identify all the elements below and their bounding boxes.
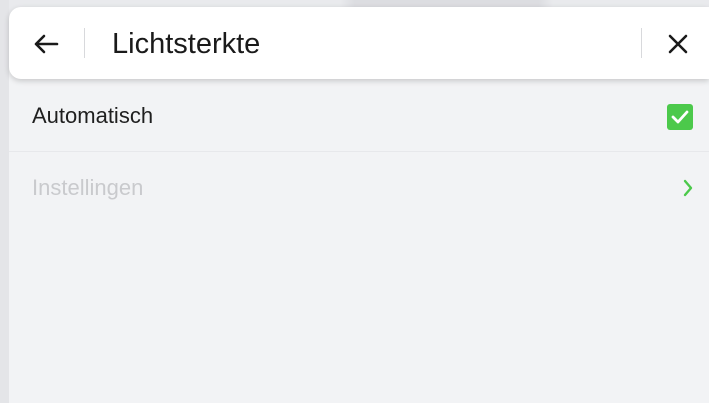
search-divider-right — [641, 28, 642, 58]
search-divider-left — [84, 28, 85, 58]
chevron-right-icon — [677, 175, 699, 201]
automatic-brightness-label: Automatisch — [32, 103, 154, 128]
settings-search-screen: Lichtsterkte Automatisch Instellingen — [0, 0, 709, 403]
checkbox-checked-icon — [671, 110, 689, 124]
automatic-brightness-checkbox[interactable] — [667, 104, 693, 130]
search-bar: Lichtsterkte — [9, 7, 709, 79]
arrow-left-icon — [34, 34, 59, 54]
close-icon — [668, 34, 688, 54]
search-query-text[interactable]: Lichtsterkte — [112, 25, 260, 63]
brightness-settings-label: Instellingen — [32, 175, 144, 200]
background-edge — [0, 0, 9, 403]
close-search-button[interactable] — [661, 27, 695, 61]
automatic-brightness-row[interactable]: Automatisch — [9, 82, 709, 152]
back-button[interactable] — [29, 27, 63, 61]
brightness-settings-row: Instellingen — [9, 153, 709, 223]
